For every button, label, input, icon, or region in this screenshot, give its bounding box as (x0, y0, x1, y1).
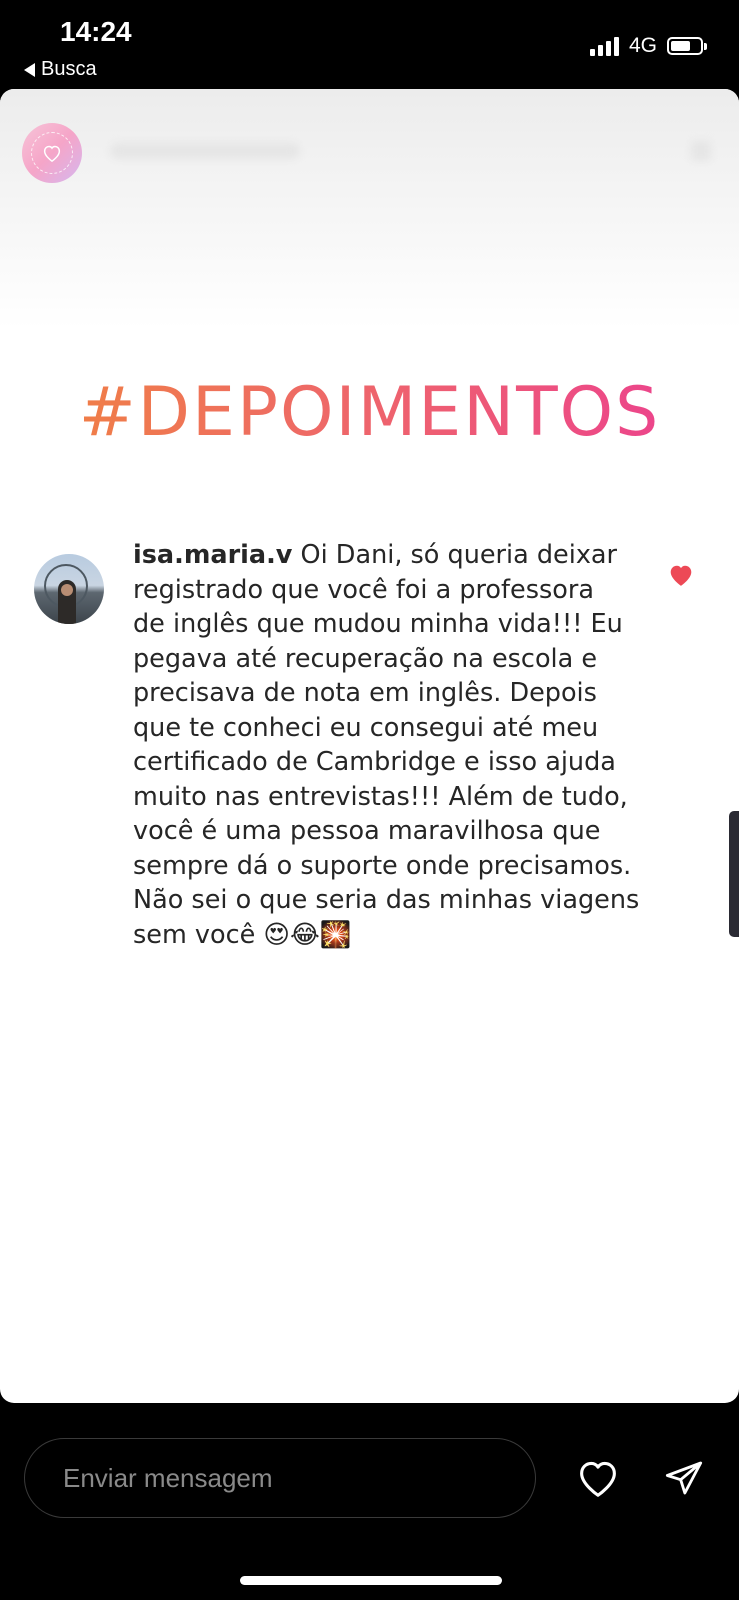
story-account-name-blurred (110, 143, 300, 159)
liked-heart-icon (670, 565, 692, 586)
back-label: Busca (41, 58, 97, 80)
comment-line: de inglês que mudou minha vida!!! Eu (133, 609, 623, 639)
heart-outline-icon[interactable] (576, 1458, 620, 1498)
home-indicator[interactable] (240, 1576, 502, 1585)
comment-line: que te conheci eu consegui até meu (133, 712, 599, 743)
comment-line: muito nas entrevistas!!! Além de tudo, (133, 781, 628, 812)
comment-line: sempre dá o suporte onde precisamos. (133, 850, 632, 881)
story-header-shade (0, 89, 739, 329)
comment-line: Não sei o que seria das minhas viagens (133, 885, 640, 915)
network-type: 4G (628, 34, 657, 57)
back-to-search-button[interactable]: Busca (24, 58, 97, 81)
comment-line: pegava até recuperação na escola e (133, 643, 598, 674)
send-icon[interactable] (664, 1458, 704, 1498)
status-time: 14:24 (60, 16, 132, 47)
battery-icon (667, 37, 707, 55)
hashtag-title: #DEPOIMENTOS (0, 373, 739, 452)
back-arrow-icon (24, 62, 35, 77)
comment-line: registrado que você foi a professora (133, 574, 594, 605)
comment-line: sem você 😍😂🎇 (133, 919, 352, 950)
commenter-avatar (34, 554, 104, 624)
comment-username: isa.maria.v (133, 540, 293, 570)
comment-line: precisava de nota em inglês. Depois (133, 678, 597, 708)
comment-line: você é uma pessoa maravilhosa que (133, 816, 601, 846)
send-message-input[interactable]: Enviar mensagem (24, 1438, 536, 1518)
heart-badge-icon (31, 132, 73, 174)
comment-text: isa.maria.v Oi Dani, só queria deixar re… (133, 538, 653, 952)
next-story-edge (729, 811, 739, 937)
status-indicators: 4G (589, 34, 707, 58)
story-account-avatar[interactable] (22, 123, 82, 183)
comment-line: Oi Dani, só queria deixar (292, 540, 618, 570)
story-close-icon[interactable] (691, 141, 711, 161)
message-placeholder: Enviar mensagem (63, 1462, 273, 1493)
comment-line: certificado de Cambridge e isso ajuda (133, 747, 616, 777)
story-card[interactable]: #DEPOIMENTOS isa.maria.v Oi Dani, só que… (0, 89, 739, 1403)
cellular-signal-icon (589, 36, 619, 56)
